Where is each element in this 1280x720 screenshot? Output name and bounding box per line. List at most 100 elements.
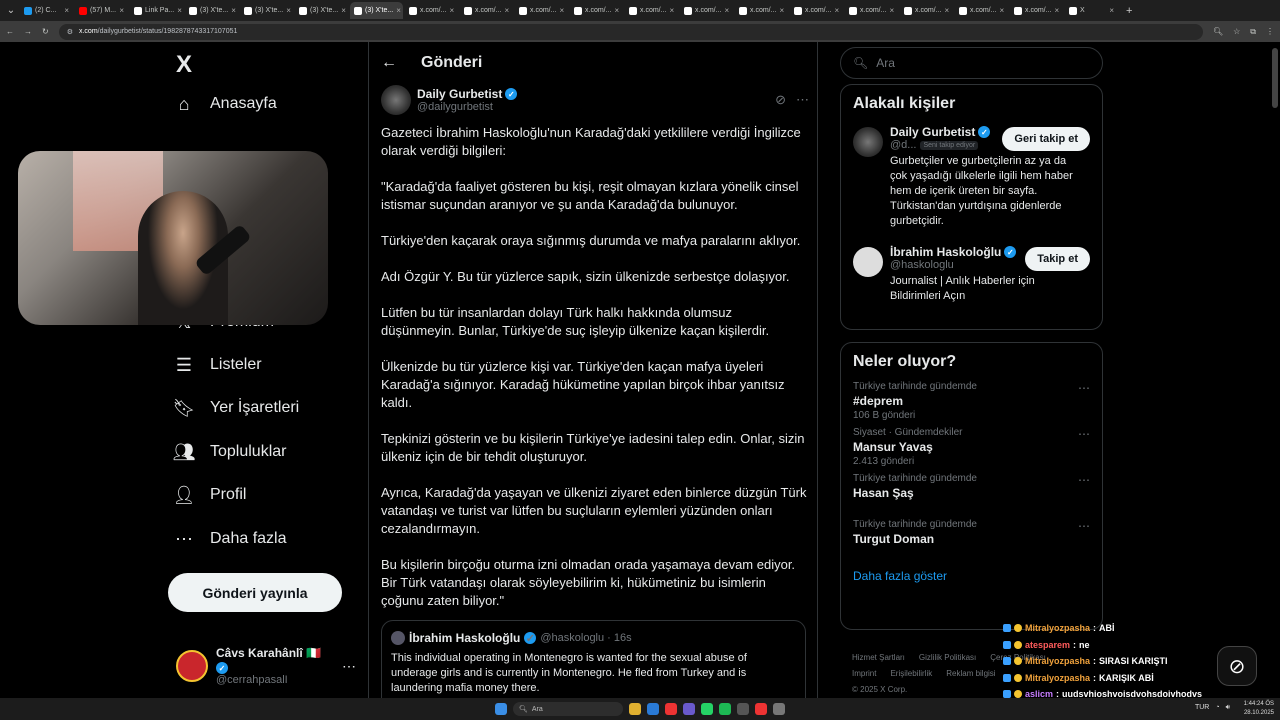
grok-icon[interactable]: ⊘: [775, 92, 786, 108]
tab-close-icon[interactable]: ×: [231, 6, 236, 15]
chrome-icon[interactable]: [755, 703, 767, 715]
trend-item[interactable]: Türkiye tarihinde gündemde Hasan Şaş ⋯: [841, 469, 1102, 515]
footer-link[interactable]: Gizlilik Politikası: [919, 653, 976, 662]
footer-link[interactable]: Hizmet Şartları: [852, 653, 905, 662]
more-icon[interactable]: ⋯: [342, 658, 356, 675]
nav-item-0[interactable]: ⌂ Anasayfa: [174, 89, 277, 119]
browser-tab[interactable]: x.com/... ×: [625, 2, 678, 19]
tab-close-icon[interactable]: ×: [944, 6, 949, 15]
tab-close-icon[interactable]: ×: [669, 6, 674, 15]
file-explorer-icon[interactable]: [629, 703, 641, 715]
extensions-icon[interactable]: ⧉: [1250, 27, 1256, 37]
browser-tab[interactable]: (3) X'te... ×: [185, 2, 238, 19]
new-tab-icon[interactable]: +: [1126, 5, 1132, 17]
tab-close-icon[interactable]: ×: [999, 6, 1004, 15]
tab-close-icon[interactable]: ×: [614, 6, 619, 15]
browser-tab[interactable]: x.com/... ×: [790, 2, 843, 19]
more-icon[interactable]: ⋯: [796, 92, 809, 108]
nav-item-3[interactable]: ☰ Listeler: [174, 350, 262, 380]
tab-close-icon[interactable]: ×: [64, 6, 69, 15]
zoom-icon[interactable]: 🔍︎: [1213, 27, 1223, 36]
tab-close-icon[interactable]: ×: [1109, 6, 1114, 15]
windows-start-icon[interactable]: [495, 703, 507, 715]
edge-icon[interactable]: [647, 703, 659, 715]
quoted-post[interactable]: İbrahim Haskoloğlu ✓ @haskologlu · 16s T…: [381, 620, 806, 698]
tab-close-icon[interactable]: ×: [286, 6, 291, 15]
tab-search-icon[interactable]: ⌄: [4, 5, 18, 16]
app-icon[interactable]: [737, 703, 749, 715]
more-icon[interactable]: ⋯: [1078, 427, 1090, 441]
browser-tab[interactable]: (2) C... ×: [20, 2, 73, 19]
footer-link[interactable]: © 2025 X Corp.: [852, 685, 907, 694]
browser-tab[interactable]: x.com/... ×: [955, 2, 1008, 19]
author-name[interactable]: Daily Gurbetist ✓: [417, 87, 518, 101]
more-icon[interactable]: ⋯: [1078, 473, 1090, 487]
clock[interactable]: 1:44:24 ÖS 28.10.2025: [1244, 700, 1274, 718]
taskbar-search[interactable]: 🔍︎ Ara: [513, 702, 623, 716]
discord-icon[interactable]: [683, 703, 695, 715]
tab-close-icon[interactable]: ×: [1054, 6, 1059, 15]
trend-item[interactable]: Siyaset · Gündemdekiler Mansur Yavaş 2.413…: [841, 423, 1102, 469]
tab-close-icon[interactable]: ×: [449, 6, 454, 15]
forward-icon[interactable]: →: [24, 27, 32, 36]
language-indicator[interactable]: TUR: [1195, 704, 1209, 712]
grok-floating-button[interactable]: ⊘: [1217, 646, 1257, 686]
nav-item-4[interactable]: 🔖︎ Yer İşaretleri: [173, 393, 300, 423]
scrollbar-thumb[interactable]: [1272, 48, 1278, 108]
tab-close-icon[interactable]: ×: [559, 6, 564, 15]
browser-tab[interactable]: x.com/... ×: [680, 2, 733, 19]
browser-tab[interactable]: x.com/... ×: [570, 2, 623, 19]
volume-icon[interactable]: 🔊︎: [1226, 704, 1230, 712]
trend-item[interactable]: Türkiye tarihinde gündemde Turgut Doman ⋯: [841, 515, 1102, 561]
whatsapp-icon[interactable]: [701, 703, 713, 715]
tab-close-icon[interactable]: ×: [396, 6, 401, 15]
browser-tab[interactable]: x.com/... ×: [900, 2, 953, 19]
tab-close-icon[interactable]: ×: [779, 6, 784, 15]
tab-close-icon[interactable]: ×: [834, 6, 839, 15]
search-input[interactable]: 🔍︎ Ara: [840, 47, 1103, 79]
footer-link[interactable]: Reklam bilgisi: [946, 669, 995, 678]
back-icon[interactable]: ←: [6, 27, 14, 36]
site-info-icon[interactable]: ⚙: [67, 28, 73, 36]
person-avatar[interactable]: [853, 247, 883, 277]
person-avatar[interactable]: [853, 127, 883, 157]
obs-icon[interactable]: [773, 703, 785, 715]
browser-tab[interactable]: (57) M... ×: [75, 2, 128, 19]
browser-tab[interactable]: (3) X'te... ×: [240, 2, 293, 19]
tab-close-icon[interactable]: ×: [504, 6, 509, 15]
browser-tab[interactable]: x.com/... ×: [1010, 2, 1063, 19]
account-switcher[interactable]: Câvs Karahânlî 🇮🇹 ✓ @cerrahpasalI ⋯: [176, 646, 356, 686]
trend-item[interactable]: Türkiye tarihinde gündemde #deprem 106 B g…: [841, 377, 1102, 423]
tab-close-icon[interactable]: ×: [341, 6, 346, 15]
bookmark-star-icon[interactable]: ☆: [1233, 27, 1240, 36]
chrome-icon[interactable]: [665, 703, 677, 715]
browser-tab[interactable]: x.com/... ×: [515, 2, 568, 19]
follow-back-button[interactable]: Geri takip et: [1002, 127, 1090, 151]
related-person[interactable]: İbrahim Haskoloğlu ✓ @haskologlu Journali…: [841, 239, 1102, 319]
browser-tab[interactable]: (3) X'te... ×: [350, 2, 403, 19]
browser-tab[interactable]: x.com/... ×: [460, 2, 513, 19]
author-avatar[interactable]: [381, 85, 411, 115]
back-arrow-icon[interactable]: ←: [381, 54, 397, 72]
page-scrollbar[interactable]: [1272, 42, 1278, 698]
menu-icon[interactable]: ⋮: [1266, 27, 1274, 36]
nav-item-6[interactable]: 👤︎ Profil: [173, 480, 247, 510]
nav-item-5[interactable]: 👥︎ Topluluklar: [173, 437, 287, 467]
post-button[interactable]: Gönderi yayınla: [168, 573, 342, 612]
tab-close-icon[interactable]: ×: [177, 6, 182, 15]
browser-tab[interactable]: X ×: [1065, 2, 1118, 19]
follow-button[interactable]: Takip et: [1025, 247, 1090, 271]
tab-close-icon[interactable]: ×: [889, 6, 894, 15]
x-logo[interactable]: X: [174, 50, 194, 80]
related-person[interactable]: Daily Gurbetist ✓ @d... Seni takip ediyor …: [841, 119, 1102, 239]
system-tray[interactable]: TUR ◔ 🔊︎: [1195, 704, 1230, 712]
browser-tab[interactable]: x.com/... ×: [845, 2, 898, 19]
tab-close-icon[interactable]: ×: [724, 6, 729, 15]
show-more-link[interactable]: Daha fazla göster: [841, 561, 1102, 595]
browser-tab[interactable]: x.com/... ×: [405, 2, 458, 19]
nav-item-7[interactable]: ⋯ Daha fazla: [174, 524, 287, 554]
more-icon[interactable]: ⋯: [1078, 381, 1090, 395]
footer-link[interactable]: Imprint: [852, 669, 876, 678]
more-icon[interactable]: ⋯: [1078, 519, 1090, 533]
footer-link[interactable]: Erişilebilirlik: [890, 669, 932, 678]
